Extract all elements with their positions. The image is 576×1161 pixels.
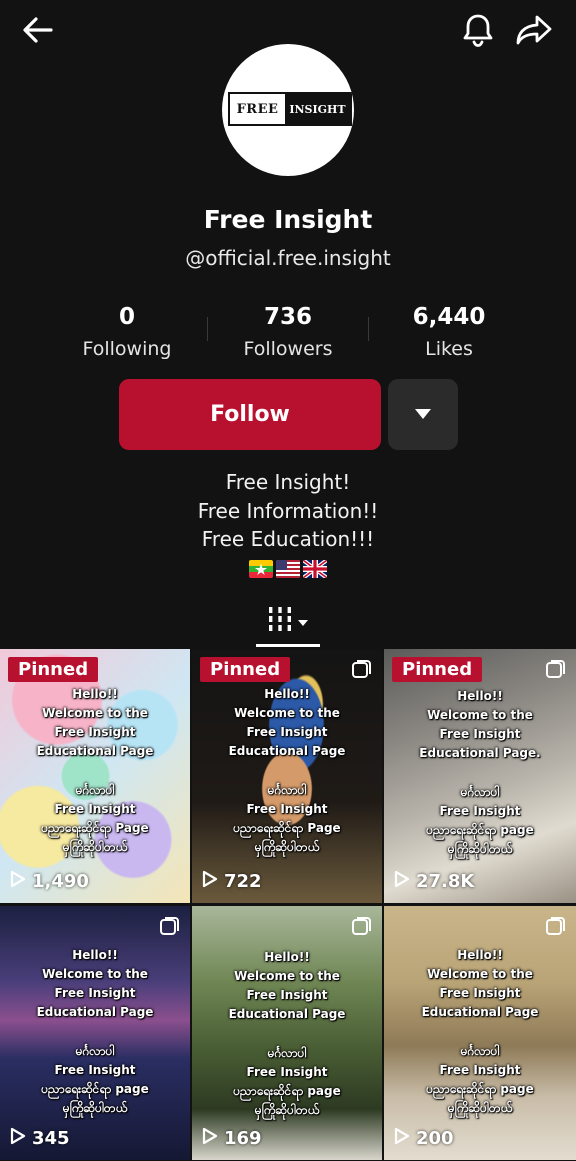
bio-line: Free Education!!!: [201, 527, 375, 551]
play-icon: [394, 1127, 410, 1150]
video-caption: Hello!! Welcome to the Free Insight Educati…: [228, 687, 346, 854]
video-caption: Hello!! Welcome to the Free Insight Educati…: [36, 687, 154, 854]
back-arrow-icon[interactable]: [16, 8, 60, 52]
grid-icon: [267, 606, 293, 636]
video-caption: Hello!! Welcome to the Free Insight Educati…: [228, 950, 346, 1117]
stat-likes-label: Likes: [425, 338, 473, 360]
avatar[interactable]: FREE INSIGHT: [222, 44, 354, 176]
pinned-badge: Pinned: [200, 657, 291, 682]
view-count-text: 1,490: [32, 871, 89, 892]
play-icon: [202, 1127, 218, 1150]
bio-flags: [249, 560, 329, 580]
bio-line: Free Information!!: [197, 498, 379, 523]
profile-name: Free Insight: [203, 205, 373, 234]
play-icon: [394, 870, 410, 893]
caret-down-icon: [414, 405, 432, 424]
multi-photo-icon: [546, 659, 566, 679]
view-count-text: 345: [32, 1128, 70, 1149]
more-options-button[interactable]: [388, 379, 458, 450]
us-flag-icon: [276, 560, 300, 578]
bio-line: Free Insight!: [225, 470, 351, 494]
view-count: 345: [10, 1127, 70, 1150]
view-count-text: 200: [416, 1128, 454, 1149]
video-caption: Hello!! Welcome to the Free Insight Educati…: [419, 689, 541, 856]
logo-left-text: FREE: [230, 94, 285, 124]
stat-likes-value: 6,440: [412, 304, 486, 330]
profile-handle: @official.free.insight: [185, 246, 391, 270]
tab-videos[interactable]: [256, 600, 320, 642]
view-count-text: 722: [224, 871, 262, 892]
multi-photo-icon: [160, 916, 180, 936]
share-icon[interactable]: [512, 8, 556, 52]
video-thumbnail[interactable]: Hello!! Welcome to the Free Insight Educati…: [192, 906, 382, 1160]
stat-followers[interactable]: 736 Followers: [203, 304, 373, 360]
logo-right-text: INSIGHT: [285, 94, 350, 124]
bell-icon[interactable]: [456, 8, 500, 52]
stat-likes[interactable]: 6,440 Likes: [364, 304, 534, 360]
stat-followers-value: 736: [263, 304, 312, 330]
content-tab-bar: [0, 600, 576, 648]
play-icon: [10, 870, 26, 893]
video-caption: Hello!! Welcome to the Free Insight Educati…: [421, 948, 539, 1115]
active-tab-indicator: [256, 644, 320, 647]
play-icon: [202, 870, 218, 893]
video-thumbnail[interactable]: Hello!! Welcome to the Free Insight Educati…: [384, 906, 576, 1160]
video-thumbnail[interactable]: Hello!! Welcome to the Free Insight Educati…: [0, 906, 190, 1160]
video-thumbnail[interactable]: Pinned Hello!! Welcome to the Free Insight…: [192, 649, 382, 903]
view-count-text: 169: [224, 1128, 262, 1149]
multi-photo-icon: [352, 916, 372, 936]
profile-stats: 0 Following 736 Followers 6,440 Likes: [0, 304, 576, 366]
view-count: 200: [394, 1127, 454, 1150]
multi-photo-icon: [546, 916, 566, 936]
follow-button[interactable]: Follow: [119, 379, 381, 450]
caret-down-icon: [297, 612, 309, 631]
free-insight-logo: FREE INSIGHT: [228, 92, 352, 126]
video-thumbnail[interactable]: Pinned Hello!! Welcome to the Free Insight…: [384, 649, 576, 903]
view-count: 1,490: [10, 870, 89, 893]
video-thumbnail[interactable]: Pinned Hello!! Welcome to the Free Insight…: [0, 649, 190, 903]
video-grid: Pinned Hello!! Welcome to the Free Insight…: [0, 649, 576, 1161]
pinned-badge: Pinned: [392, 657, 483, 682]
uk-flag-icon: [303, 560, 327, 578]
myanmar-flag-icon: [249, 560, 273, 578]
stat-followers-label: Followers: [243, 338, 333, 360]
video-caption: Hello!! Welcome to the Free Insight Educati…: [36, 948, 154, 1115]
view-count-text: 27.8K: [416, 871, 475, 892]
pinned-badge: Pinned: [8, 657, 99, 682]
view-count: 27.8K: [394, 870, 474, 893]
multi-photo-icon: [352, 659, 372, 679]
play-icon: [10, 1127, 26, 1150]
stat-following[interactable]: 0 Following: [42, 304, 212, 360]
profile-bio: Free Insight! Free Information!! Free Ed…: [0, 468, 576, 554]
stat-following-label: Following: [82, 338, 172, 360]
stat-following-value: 0: [118, 304, 135, 330]
view-count: 722: [202, 870, 262, 893]
view-count: 169: [202, 1127, 262, 1150]
